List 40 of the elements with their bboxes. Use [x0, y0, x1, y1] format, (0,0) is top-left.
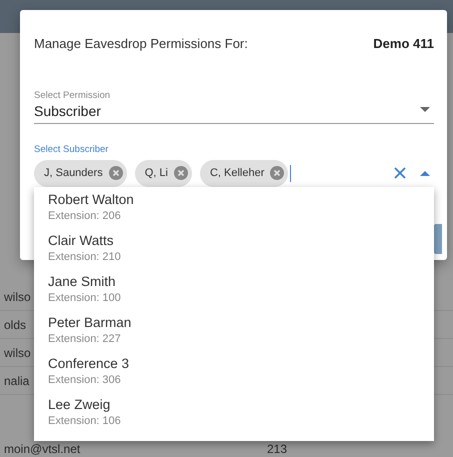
field-label: Select Permission — [34, 90, 112, 102]
dropdown-option[interactable]: Conference 3 Extension: 306 — [48, 351, 434, 392]
text-cursor — [290, 164, 292, 182]
table-cell-text: olds — [4, 316, 26, 334]
dropdown-option[interactable]: Jane Smith Extension: 100 — [48, 269, 434, 310]
chip: J, Saunders — [34, 160, 127, 186]
option-detail: Extension: 100 — [48, 291, 122, 306]
dropdown-option[interactable]: Clair Watts Extension: 210 — [48, 228, 434, 269]
option-name: Lee Zweig — [48, 396, 112, 414]
table-cell-text: wilso — [4, 344, 31, 362]
button-edge[interactable] — [434, 224, 442, 254]
option-name: Peter Barman — [48, 314, 132, 332]
option-detail: Extension: 206 — [48, 209, 122, 224]
dropdown-caret-icon[interactable] — [420, 170, 430, 176]
remove-icon[interactable] — [174, 166, 188, 180]
chip: C, Kelleher — [200, 160, 288, 186]
option-name: Robert Walton — [48, 191, 135, 209]
option-name: Jane Smith — [48, 273, 117, 291]
dropdown-caret-icon — [420, 106, 430, 112]
dialog-title: Manage Eavesdrop Permissions For: — [34, 35, 248, 53]
remove-icon[interactable] — [108, 166, 123, 180]
table-cell-text: wilso — [4, 288, 31, 306]
clear-icon[interactable] — [394, 167, 406, 179]
dropdown-option[interactable]: Peter Barman Extension: 227 — [48, 310, 434, 351]
option-detail: Extension: 106 — [48, 414, 122, 429]
option-detail: Extension: 306 — [48, 373, 122, 388]
dropdown-option[interactable]: Lee Zweig Extension: 106 — [48, 392, 434, 433]
chip: Q, Li — [134, 160, 192, 186]
table-cell-text: 213 — [266, 441, 287, 457]
field-label: Select Subscriber — [34, 144, 110, 156]
table-cell-text: nalia — [4, 372, 30, 390]
table-cell-text: moin@vtsl.net — [4, 441, 80, 457]
option-name: Clair Watts — [48, 232, 115, 250]
option-name: Conference 3 — [48, 355, 130, 373]
option-detail: Extension: 210 — [48, 250, 122, 265]
field-value: Subscriber — [34, 102, 102, 120]
permission-select[interactable]: Select Permission Subscriber — [34, 90, 434, 124]
remove-icon[interactable] — [270, 166, 284, 180]
subject-name: Demo 411 — [373, 35, 434, 53]
option-detail: Extension: 227 — [48, 332, 122, 347]
